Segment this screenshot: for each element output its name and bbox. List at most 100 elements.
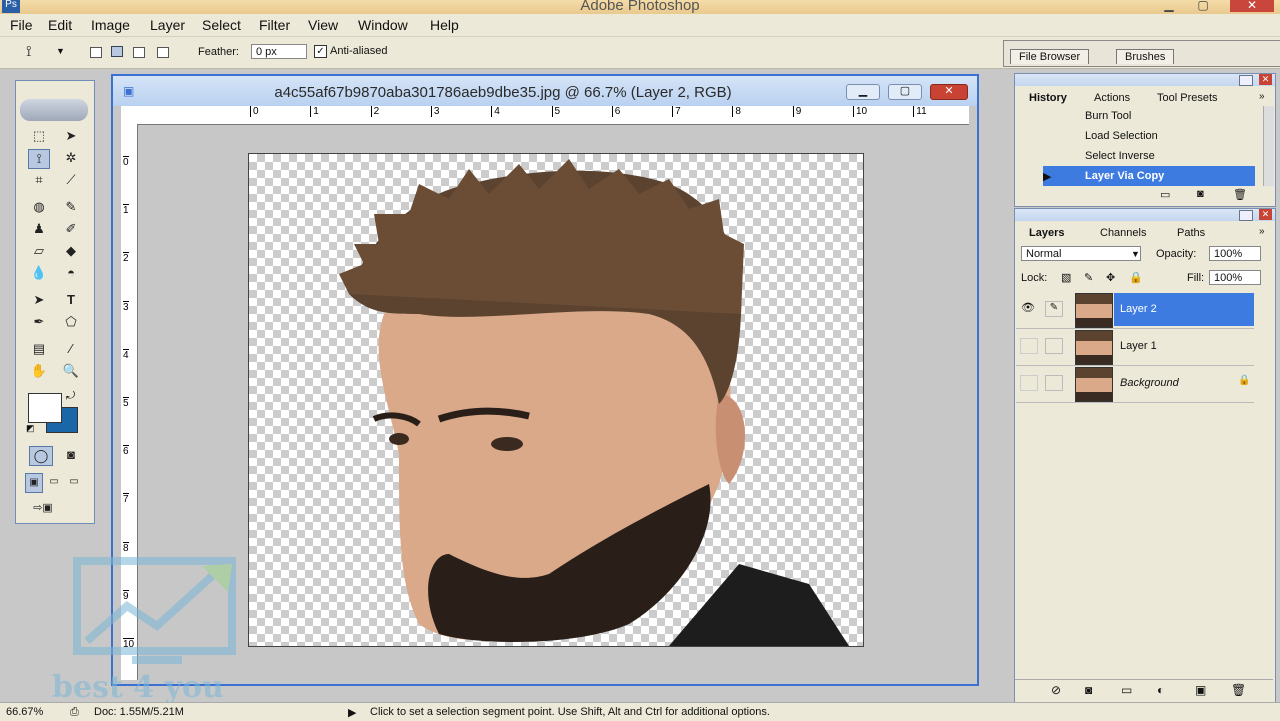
screen-mode-full-icon[interactable]: ▭ xyxy=(66,473,82,491)
menu-image[interactable]: Image xyxy=(91,17,130,33)
palette-menu-icon[interactable]: » xyxy=(1259,226,1265,237)
history-item[interactable]: Load Selection xyxy=(1043,126,1255,146)
palette-minimize-icon[interactable] xyxy=(1239,210,1253,221)
brush-link-icon[interactable]: ✎ xyxy=(1045,301,1063,317)
tab-file-browser[interactable]: File Browser xyxy=(1010,49,1090,64)
zoom-level[interactable]: 66.67% xyxy=(6,706,43,718)
palette-close-icon[interactable]: ✕ xyxy=(1259,74,1272,85)
visibility-toggle[interactable] xyxy=(1020,338,1038,354)
menu-filter[interactable]: Filter xyxy=(259,17,290,33)
fill-input[interactable]: 100% xyxy=(1209,270,1261,285)
pen-tool-icon[interactable]: ✒ xyxy=(29,313,49,331)
eraser-tool-icon[interactable]: ▱ xyxy=(29,242,49,260)
polygonal-lasso-icon[interactable]: ⟟ xyxy=(26,43,32,60)
default-colors-icon[interactable]: ◩ xyxy=(26,423,35,434)
adobe-online-icon[interactable] xyxy=(20,99,88,121)
lock-transparency-icon[interactable]: ▧ xyxy=(1061,271,1071,284)
palette-minimize-icon[interactable] xyxy=(1239,75,1253,86)
palette-menu-icon[interactable]: » xyxy=(1259,91,1265,102)
menu-help[interactable]: Help xyxy=(430,17,459,33)
link-toggle[interactable] xyxy=(1045,338,1063,354)
tab-channels[interactable]: Channels xyxy=(1100,227,1146,239)
tab-tool-presets[interactable]: Tool Presets xyxy=(1157,92,1218,104)
new-document-from-state-icon[interactable]: ▭ xyxy=(1160,188,1170,201)
layers-palette-header[interactable]: ✕ xyxy=(1015,209,1275,221)
layer-row[interactable]: 👁 ✎ Layer 2 xyxy=(1016,291,1254,329)
layer-name[interactable]: Layer 1 xyxy=(1114,330,1254,363)
add-selection-icon[interactable] xyxy=(111,46,123,57)
doc-minimize-button[interactable]: ▁ xyxy=(846,84,880,100)
layer-style-icon[interactable]: ⊘ xyxy=(1051,683,1061,697)
lock-position-icon[interactable]: ✥ xyxy=(1106,271,1115,284)
healing-brush-icon[interactable]: ◍ xyxy=(29,198,49,216)
path-selection-icon[interactable]: ➤ xyxy=(29,291,49,309)
new-layer-icon[interactable]: ▣ xyxy=(1195,683,1206,697)
notes-tool-icon[interactable]: ▤ xyxy=(29,340,49,358)
doc-close-button[interactable]: ✕ xyxy=(930,84,968,100)
lock-image-icon[interactable]: ✎ xyxy=(1084,271,1093,284)
menu-view[interactable]: View xyxy=(308,17,338,33)
marquee-tool-icon[interactable]: ⬚ xyxy=(29,127,49,145)
layer-name[interactable]: Layer 2 xyxy=(1114,293,1254,326)
chevron-down-icon[interactable]: ▼ xyxy=(1131,249,1140,259)
status-menu-arrow-icon[interactable]: ▶ xyxy=(348,706,356,719)
doc-size[interactable]: Doc: 1.55M/5.21M xyxy=(94,706,184,718)
tab-history[interactable]: History xyxy=(1029,92,1067,104)
close-app-icon[interactable]: ✕ xyxy=(1230,0,1274,12)
minimize-icon[interactable]: ▁ xyxy=(1156,0,1182,12)
zoom-tool-icon[interactable]: 🔍 xyxy=(61,362,81,380)
slice-tool-icon[interactable]: ⟋ xyxy=(61,171,81,189)
lasso-tool-icon[interactable]: ⟟ xyxy=(28,149,50,169)
layer-row[interactable]: Layer 1 xyxy=(1016,328,1254,366)
menu-edit[interactable]: Edit xyxy=(48,17,72,33)
history-brush-icon[interactable]: ✐ xyxy=(61,220,81,238)
history-item[interactable]: Burn Tool xyxy=(1043,106,1255,126)
screen-mode-menu-icon[interactable]: ▭ xyxy=(46,473,62,491)
opacity-input[interactable]: 100% xyxy=(1209,246,1261,261)
magic-wand-icon[interactable]: ✲ xyxy=(61,149,81,167)
tab-actions[interactable]: Actions xyxy=(1094,92,1130,104)
lock-all-icon[interactable]: 🔒 xyxy=(1129,271,1143,284)
shape-tool-icon[interactable]: ⬠ xyxy=(61,313,81,331)
new-selection-icon[interactable] xyxy=(90,47,102,58)
standard-mode-icon[interactable]: ◯ xyxy=(29,446,53,466)
blend-mode-select[interactable]: Normal xyxy=(1021,246,1141,261)
quick-mask-icon[interactable]: ◙ xyxy=(61,446,81,464)
trash-icon[interactable]: 🗑 xyxy=(1233,188,1247,201)
move-tool-icon[interactable]: ➤ xyxy=(61,127,81,145)
screen-mode-standard-icon[interactable]: ▣ xyxy=(25,473,43,493)
palette-close-icon[interactable]: ✕ xyxy=(1259,209,1272,220)
chevron-down-icon[interactable]: ▼ xyxy=(56,46,65,56)
type-tool-icon[interactable]: T xyxy=(61,291,81,309)
antialias-checkbox[interactable]: ✓ xyxy=(314,45,327,58)
menu-file[interactable]: File xyxy=(10,17,33,33)
crop-tool-icon[interactable]: ⌗ xyxy=(29,171,49,189)
dodge-tool-icon[interactable]: ◓ xyxy=(61,264,81,282)
doc-maximize-button[interactable]: ▢ xyxy=(888,84,922,100)
history-item[interactable]: Select Inverse xyxy=(1043,146,1255,166)
paint-bucket-icon[interactable]: ◆ xyxy=(61,242,81,260)
horizontal-ruler[interactable]: 0 1 2 3 4 5 6 7 8 9 10 11 xyxy=(137,106,969,125)
intersect-selection-icon[interactable] xyxy=(157,47,169,58)
layer-row[interactable]: Background 🔒 xyxy=(1016,365,1254,403)
layer-mask-icon[interactable]: ◙ xyxy=(1085,683,1092,697)
subtract-selection-icon[interactable] xyxy=(133,47,145,58)
clone-stamp-icon[interactable]: ♟ xyxy=(29,220,49,238)
link-toggle[interactable] xyxy=(1045,375,1063,391)
eyedropper-icon[interactable]: ⁄ xyxy=(61,340,81,358)
layer-name[interactable]: Background xyxy=(1114,367,1254,400)
swap-colors-icon[interactable]: ⤾ xyxy=(66,390,75,403)
eye-icon[interactable]: 👁 xyxy=(1020,301,1036,315)
tab-brushes[interactable]: Brushes xyxy=(1116,49,1175,64)
hand-tool-icon[interactable]: ✋ xyxy=(29,362,49,380)
adjustment-layer-icon[interactable]: ◐ xyxy=(1157,683,1164,697)
ruler-origin[interactable] xyxy=(121,106,138,125)
menu-layer[interactable]: Layer xyxy=(150,17,185,33)
new-group-icon[interactable]: ▭ xyxy=(1121,683,1132,697)
trash-icon[interactable]: 🗑 xyxy=(1231,683,1246,697)
brush-tool-icon[interactable]: ✎ xyxy=(61,198,81,216)
history-palette-header[interactable]: ✕ xyxy=(1015,74,1275,86)
document-title-bar[interactable]: ▣ a4c55af67b9870aba301786aeb9dbe35.jpg @… xyxy=(113,76,977,106)
maximize-icon[interactable]: ▢ xyxy=(1190,0,1216,12)
menu-select[interactable]: Select xyxy=(202,17,241,33)
